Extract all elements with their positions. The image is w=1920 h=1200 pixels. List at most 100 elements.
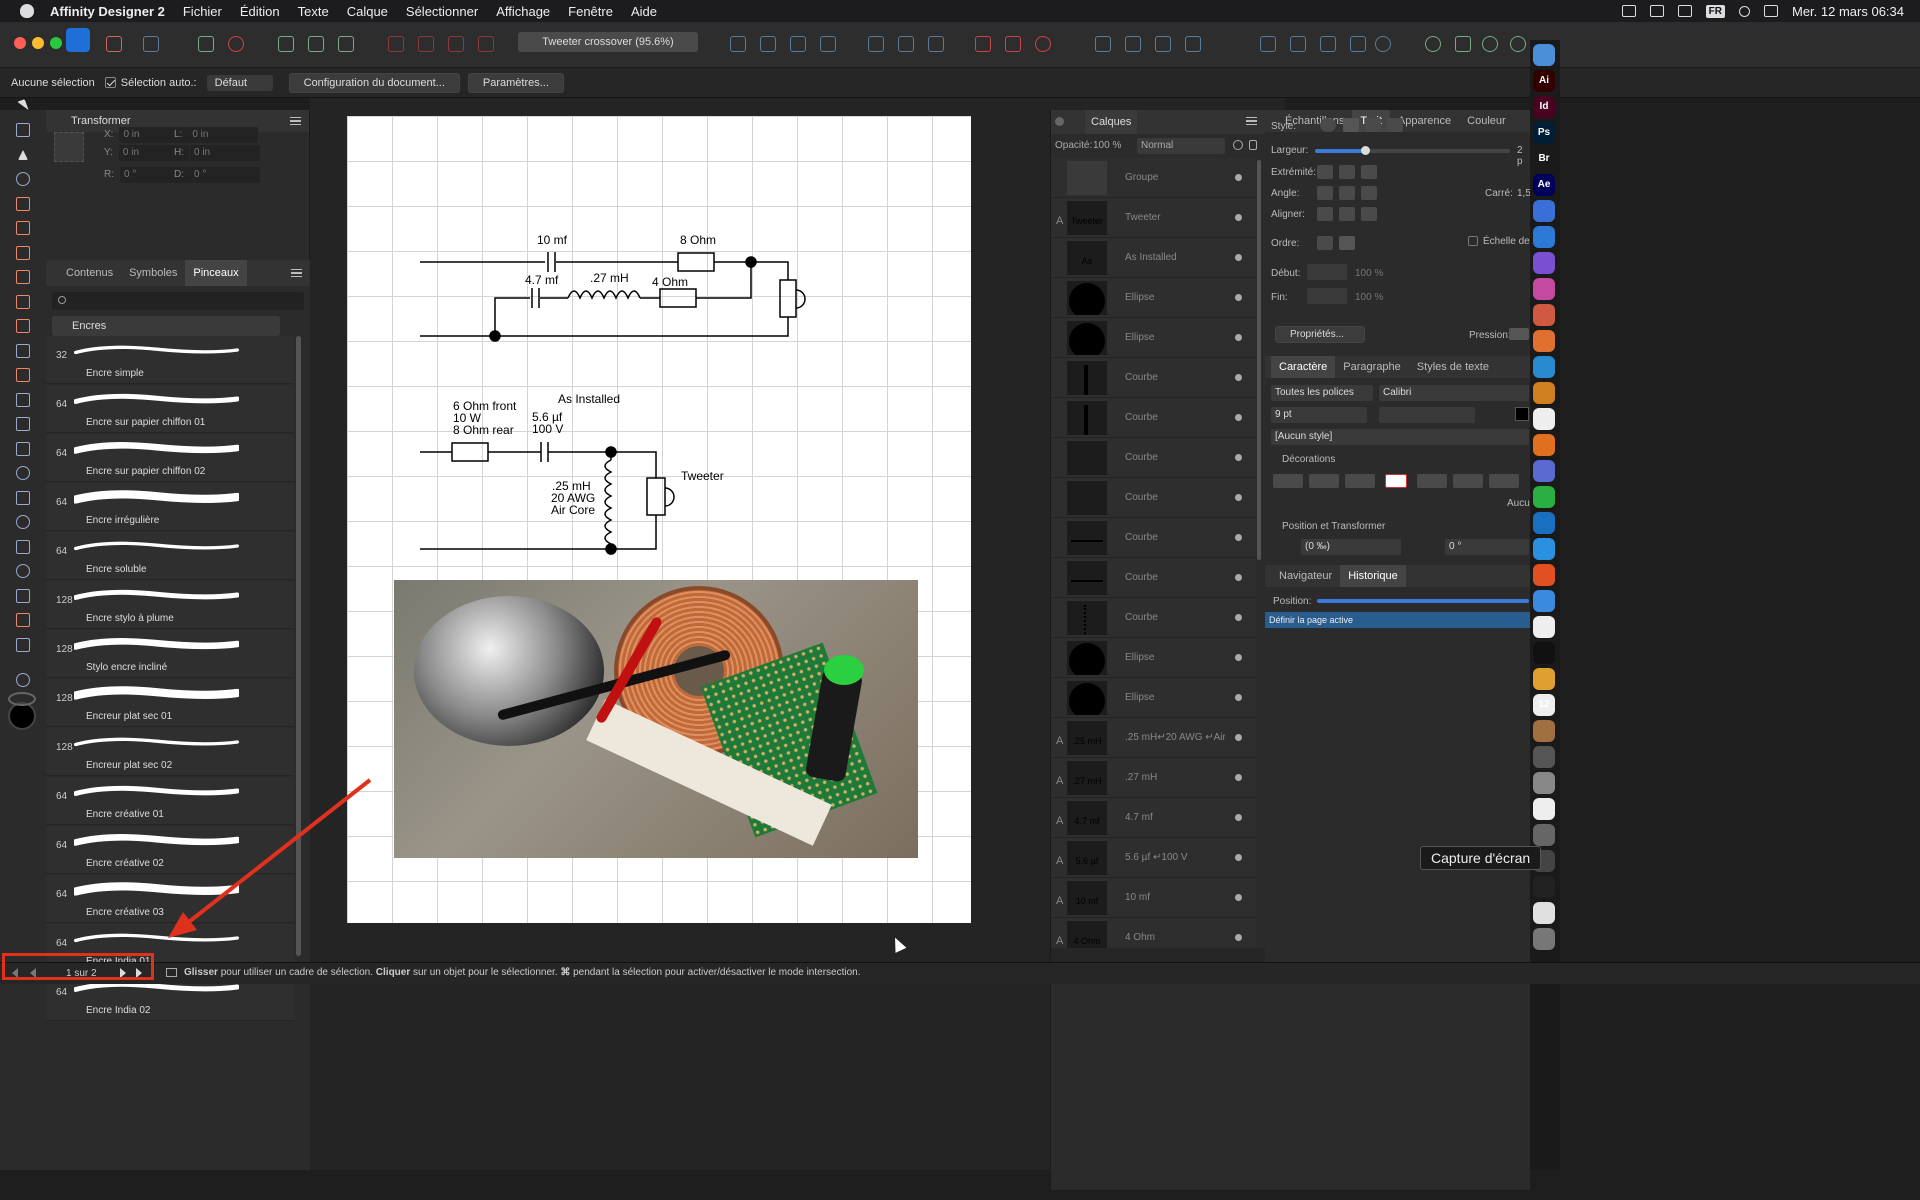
dock-app-icon[interactable]: [1533, 668, 1555, 690]
font-family-dropdown[interactable]: Calibri: [1379, 385, 1529, 401]
strikethrough-icon[interactable]: [1489, 474, 1519, 488]
font-style-dropdown[interactable]: [1379, 407, 1475, 423]
dock-app-icon[interactable]: [1533, 538, 1555, 560]
dock-app-icon[interactable]: [1533, 200, 1555, 222]
font-collection-dropdown[interactable]: Toutes les polices: [1271, 385, 1373, 401]
select-icon[interactable]: [308, 36, 324, 52]
dock-app-icon[interactable]: [1533, 252, 1555, 274]
layer-row[interactable]: Ellipse: [1051, 278, 1256, 318]
document-setup-button[interactable]: Configuration du document...: [288, 72, 460, 93]
label-c2[interactable]: 4.7 mf: [525, 273, 558, 287]
label-as-installed[interactable]: As Installed: [558, 392, 620, 406]
geometry-icon[interactable]: [1290, 36, 1306, 52]
dock-app-icon[interactable]: [1533, 928, 1555, 950]
layer-visibility-toggle[interactable]: [1235, 734, 1242, 741]
dock-app-icon[interactable]: [1533, 356, 1555, 378]
layer-row[interactable]: Courbe: [1051, 518, 1256, 558]
menu-calque[interactable]: Calque: [347, 4, 388, 19]
opacity-field[interactable]: 100 %: [1093, 140, 1121, 151]
select-icon[interactable]: [278, 36, 294, 52]
flip-icon[interactable]: [730, 36, 746, 52]
brush-item[interactable]: 64 Encre sur papier chiffon 02: [46, 434, 294, 482]
control-center-icon[interactable]: [1764, 5, 1778, 17]
history-entry[interactable]: Définir la page active: [1265, 612, 1530, 628]
layer-visibility-toggle[interactable]: [1235, 254, 1242, 261]
window-zoom-button[interactable]: [50, 37, 62, 49]
artboard-tool[interactable]: [13, 120, 33, 140]
tab-symboles[interactable]: Symboles: [121, 260, 185, 286]
layer-visibility-toggle[interactable]: [1235, 894, 1242, 901]
select-icon[interactable]: [338, 36, 354, 52]
align-center-icon[interactable]: [1317, 207, 1333, 221]
arrange-icon[interactable]: [388, 36, 404, 52]
decorations-label[interactable]: Décorations: [1282, 454, 1335, 465]
text-tool[interactable]: [13, 586, 33, 606]
dock-app-icon[interactable]: [1533, 486, 1555, 508]
layer-row[interactable]: Courbe: [1051, 558, 1256, 598]
brush-line-icon[interactable]: [1387, 118, 1403, 132]
layer-row[interactable]: Courbe: [1051, 358, 1256, 398]
auto-select-mode-dropdown[interactable]: Défaut: [206, 74, 273, 91]
color-icon[interactable]: [1482, 36, 1498, 52]
dock-app-icon[interactable]: [1533, 772, 1555, 794]
brush-item[interactable]: 128 Encreur plat sec 02: [46, 728, 294, 776]
stroke-front-icon[interactable]: [1339, 236, 1355, 250]
transparency-tool[interactable]: [13, 341, 33, 361]
underline-icon[interactable]: [1273, 474, 1303, 488]
text-color-swatch[interactable]: [1515, 407, 1529, 421]
layer-row[interactable]: A5.6 µf 100 V 5.6 µf ↵100 V: [1051, 838, 1256, 878]
pixel-brush-tool[interactable]: [13, 316, 33, 336]
color-picker-tool[interactable]: [13, 610, 33, 630]
tracking-field[interactable]: (0 ‰): [1301, 539, 1401, 555]
pencil-tool[interactable]: [13, 243, 33, 263]
properties-button[interactable]: Propriétés...: [1275, 326, 1365, 343]
dock-app-icon[interactable]: [1533, 44, 1555, 66]
layer-row[interactable]: Ellipse: [1051, 318, 1256, 358]
height-field[interactable]: 0 in: [190, 145, 260, 161]
menubar-clock[interactable]: Mer. 12 mars 06:34: [1792, 4, 1904, 19]
layer-visibility-toggle[interactable]: [1235, 814, 1242, 821]
layer-settings-gear-icon[interactable]: [1233, 140, 1243, 150]
tab-styles-texte[interactable]: Styles de texte: [1409, 356, 1497, 378]
layer-visibility-toggle[interactable]: [1235, 934, 1242, 941]
arrange-icon[interactable]: [418, 36, 434, 52]
label-tweeter[interactable]: Tweeter: [681, 469, 724, 483]
dock-app-icon[interactable]: 12: [1533, 694, 1555, 716]
menu-texte[interactable]: Texte: [298, 4, 329, 19]
tab-couleur[interactable]: Couleur: [1459, 110, 1514, 132]
preferences-button[interactable]: Paramètres...: [467, 72, 564, 93]
label-c3-line2[interactable]: 100 V: [532, 422, 563, 436]
apple-icon[interactable]: [20, 4, 34, 18]
square-cap-icon[interactable]: [1361, 165, 1377, 179]
layer-row[interactable]: Courbe: [1051, 478, 1256, 518]
rotate-icon[interactable]: [790, 36, 806, 52]
tab-contenus[interactable]: Contenus: [58, 260, 121, 286]
status-menu-icon[interactable]: [1677, 5, 1692, 17]
menu-app-name[interactable]: Affinity Designer 2: [50, 4, 165, 19]
qr-code-tool[interactable]: [13, 537, 33, 557]
layer-row[interactable]: A.25 mH 20 AWG Air Core .25 mH↵20 AWG ↵Ai…: [1051, 718, 1256, 758]
snap-icon[interactable]: [1005, 36, 1021, 52]
node-tool[interactable]: [13, 145, 33, 165]
window-minimize-button[interactable]: [32, 37, 44, 49]
align-icon[interactable]: [928, 36, 944, 52]
brush-item[interactable]: 64 Encre soluble: [46, 532, 294, 580]
brush-item[interactable]: 64 Encre créative 03: [46, 875, 294, 923]
label-c1[interactable]: 10 mf: [537, 233, 567, 247]
dock-app-icon[interactable]: [1533, 642, 1555, 664]
layer-row[interactable]: Groupe: [1051, 158, 1256, 198]
brush-list-scrollbar[interactable]: [296, 336, 301, 956]
layer-row[interactable]: A .27 mH .27 mH: [1051, 758, 1256, 798]
brush-item[interactable]: 128 Encreur plat sec 01: [46, 679, 294, 727]
pixel-persona-icon[interactable]: [106, 36, 122, 52]
tab-pinceaux[interactable]: Pinceaux: [185, 260, 247, 286]
dock-app-icon[interactable]: [1533, 330, 1555, 352]
panel-menu-icon[interactable]: [291, 269, 302, 277]
align-icon[interactable]: [898, 36, 914, 52]
vector-brush-tool[interactable]: [13, 267, 33, 287]
layer-visibility-toggle[interactable]: [1235, 214, 1242, 221]
boolean-icon[interactable]: [1095, 36, 1111, 52]
position-transform-label[interactable]: Position et Transformer: [1282, 521, 1385, 532]
geometry-icon[interactable]: [1260, 36, 1276, 52]
start-arrowhead-dropdown[interactable]: [1307, 264, 1347, 280]
